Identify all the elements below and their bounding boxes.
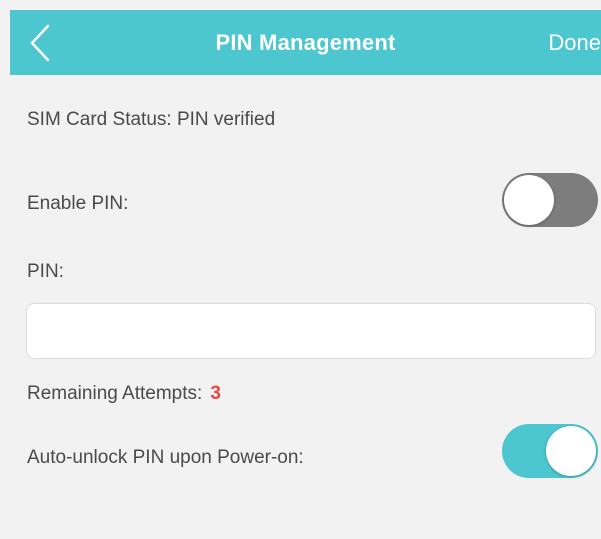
remaining-attempts-label: Remaining Attempts: <box>27 383 203 404</box>
screen: PIN Management Done SIM Card Status: PIN… <box>0 0 601 539</box>
auto-unlock-toggle[interactable] <box>502 424 598 478</box>
enable-pin-toggle[interactable] <box>502 173 598 227</box>
enable-pin-label: Enable PIN: <box>27 193 129 214</box>
nav-bar: PIN Management Done <box>10 10 601 75</box>
pin-label: PIN: <box>27 261 64 282</box>
toggle-knob <box>504 175 554 225</box>
remaining-attempts: Remaining Attempts: 3 <box>27 383 221 405</box>
done-button[interactable]: Done <box>548 30 601 56</box>
settings-panel: SIM Card Status: PIN verified Enable PIN… <box>10 75 601 539</box>
auto-unlock-label: Auto-unlock PIN upon Power-on: <box>27 447 304 468</box>
pin-input[interactable] <box>26 303 596 359</box>
page-title: PIN Management <box>215 30 396 55</box>
remaining-attempts-value: 3 <box>210 383 221 404</box>
toggle-knob <box>546 426 596 476</box>
sim-status-text: SIM Card Status: PIN verified <box>27 109 276 130</box>
